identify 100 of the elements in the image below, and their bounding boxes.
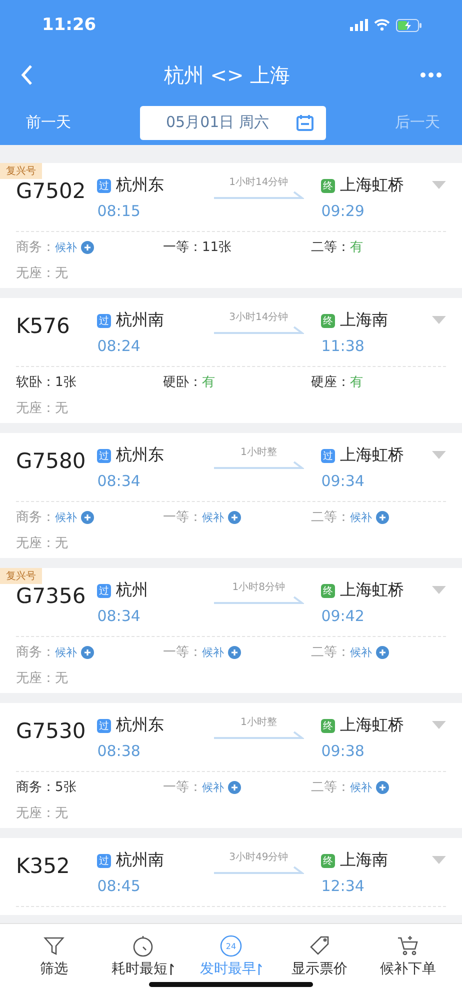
station-name: 杭州东 xyxy=(116,445,164,466)
seat-availability[interactable]: 候补 xyxy=(202,644,224,660)
sort-tab[interactable]: 显示票价 xyxy=(276,934,364,978)
plus-icon[interactable] xyxy=(228,510,241,524)
train-time: 08:24 xyxy=(97,337,142,355)
station-badge: 过 xyxy=(97,854,112,868)
station-name: 杭州南 xyxy=(116,310,164,331)
seat-class: 无座： xyxy=(16,265,55,282)
seat-class: 硬卧： xyxy=(163,374,202,391)
station-badge: 过 xyxy=(97,448,112,462)
seat-availability[interactable]: 候补 xyxy=(202,510,224,524)
seat-availability: 无 xyxy=(55,535,68,552)
seat-availability: 有 xyxy=(350,374,363,391)
seat-availability[interactable]: 候补 xyxy=(55,510,77,524)
seat-availability: 无 xyxy=(55,265,68,282)
clock-icon: 24 xyxy=(219,934,243,958)
route-title: 杭州 <> 上海 xyxy=(164,62,290,88)
seat-availability[interactable]: 候补 xyxy=(350,510,372,524)
station-badge: 终 xyxy=(321,178,336,192)
train-card[interactable]: K576 过 杭州南 08:24 3小时14分钟 终 上海南 11:38 软卧：1张 硬卧：有 硬座：有 无座：无 xyxy=(0,298,462,423)
train-card[interactable]: G7530 过 杭州东 08:38 1小时整 终 上海虹桥 09:38 商务：5张 一等：候补 二等：候补 无座：无 xyxy=(0,703,462,828)
train-time: 09:34 xyxy=(321,472,366,490)
travel-duration: 1小时8分钟 xyxy=(232,580,286,594)
plus-icon[interactable] xyxy=(228,646,241,658)
seat-availability: 11张 xyxy=(202,239,232,256)
plus-icon[interactable] xyxy=(376,780,389,794)
sort-arrow-icon xyxy=(256,962,262,976)
seat-class: 商务： xyxy=(16,779,55,796)
station-name: 上海虹桥 xyxy=(340,715,404,736)
seat-availability[interactable]: 候补 xyxy=(202,780,224,794)
station-name: 杭州南 xyxy=(116,850,164,871)
seat-class: 商务： xyxy=(16,644,55,661)
sort-tab[interactable]: 耗时最短 xyxy=(98,934,186,978)
seat-class: 硬座： xyxy=(311,374,350,391)
sort-arrow-icon xyxy=(168,962,174,976)
seat-availability[interactable]: 候补 xyxy=(350,644,372,660)
train-number: K352 xyxy=(16,853,71,878)
plus-icon[interactable] xyxy=(81,646,94,658)
train-card[interactable]: 复兴号 G7502 过 杭州东 08:15 1小时14分钟 终 上海虹桥 09:29 商务：候补 一等：11张 二等：有 无座：无 xyxy=(0,163,462,288)
plus-icon[interactable] xyxy=(228,780,241,794)
seat-availability: 有 xyxy=(350,239,363,256)
train-time: 08:34 xyxy=(97,607,142,625)
station-badge: 终 xyxy=(321,314,336,328)
sort-tab[interactable]: 筛选 xyxy=(10,934,98,978)
previous-day-button[interactable]: 前一天 xyxy=(26,113,71,132)
train-time: 08:45 xyxy=(97,877,142,895)
seat-availability: 无 xyxy=(55,805,68,822)
station-badge: 终 xyxy=(321,584,336,598)
station-name: 上海虹桥 xyxy=(340,445,404,466)
station-badge: 过 xyxy=(97,178,112,192)
station-name: 上海南 xyxy=(340,310,388,331)
travel-duration: 1小时14分钟 xyxy=(229,176,288,189)
seat-class: 二等： xyxy=(311,239,350,256)
train-card[interactable]: G7580 过 杭州东 08:34 1小时整 过 上海虹桥 09:34 商务：候补 一等：候补 二等：候补 无座：无 xyxy=(0,433,462,558)
train-number: G7530 xyxy=(16,718,87,743)
station-name: 上海南 xyxy=(340,850,388,871)
date-picker[interactable]: 05月01日 周六 xyxy=(140,106,326,140)
train-time: 09:29 xyxy=(321,202,366,220)
train-time: 11:38 xyxy=(321,337,366,355)
plus-icon[interactable] xyxy=(376,510,389,524)
station-badge: 过 xyxy=(97,718,112,732)
plus-icon[interactable] xyxy=(81,240,94,254)
seat-availability: 1张 xyxy=(55,374,76,391)
travel-duration: 3小时14分钟 xyxy=(229,310,288,324)
station-badge: 终 xyxy=(321,718,336,732)
wifi-icon xyxy=(374,19,390,31)
seat-availability[interactable]: 候补 xyxy=(350,780,372,794)
train-time: 08:34 xyxy=(97,472,142,490)
train-type-tag: 复兴号 xyxy=(0,163,42,179)
station-badge: 过 xyxy=(321,448,336,462)
seat-class: 无座： xyxy=(16,400,55,417)
seat-availability[interactable]: 候补 xyxy=(55,240,77,254)
station-badge: 过 xyxy=(97,584,112,598)
station-badge: 过 xyxy=(97,314,112,328)
seat-class: 无座： xyxy=(16,670,55,687)
station-name: 杭州 xyxy=(116,580,148,601)
plus-icon[interactable] xyxy=(81,510,94,524)
status-time: 11:26 xyxy=(42,15,96,35)
seat-class: 一等： xyxy=(163,644,202,661)
sort-tab[interactable]: 候补下单 xyxy=(364,934,452,978)
seat-availability[interactable]: 候补 xyxy=(55,644,77,660)
seat-class: 商务： xyxy=(16,239,55,256)
signal-icon xyxy=(350,19,368,31)
cart-icon xyxy=(396,934,420,958)
train-card[interactable]: K352 过 杭州南 08:45 3小时49分钟 终 上海南 12:34 xyxy=(0,838,462,915)
station-name: 上海虹桥 xyxy=(340,580,404,601)
travel-duration: 1小时整 xyxy=(240,716,277,729)
seat-class: 无座： xyxy=(16,535,55,552)
sort-tab[interactable]: 24 发时最早 xyxy=(187,934,275,978)
train-time: 08:15 xyxy=(97,202,142,220)
seat-class: 二等： xyxy=(311,509,350,526)
station-badge: 终 xyxy=(321,854,336,868)
seat-class: 二等： xyxy=(311,644,350,661)
seat-class: 二等： xyxy=(311,779,350,796)
plus-icon[interactable] xyxy=(376,646,389,658)
seat-class: 商务： xyxy=(16,509,55,526)
train-card[interactable]: 复兴号 G7356 过 杭州 08:34 1小时8分钟 终 上海虹桥 09:42 商务：候补 一等：候补 二等：候补 无座：无 xyxy=(0,568,462,693)
seat-availability: 无 xyxy=(55,670,68,687)
back-button[interactable] xyxy=(20,64,34,86)
more-button[interactable] xyxy=(420,72,442,78)
